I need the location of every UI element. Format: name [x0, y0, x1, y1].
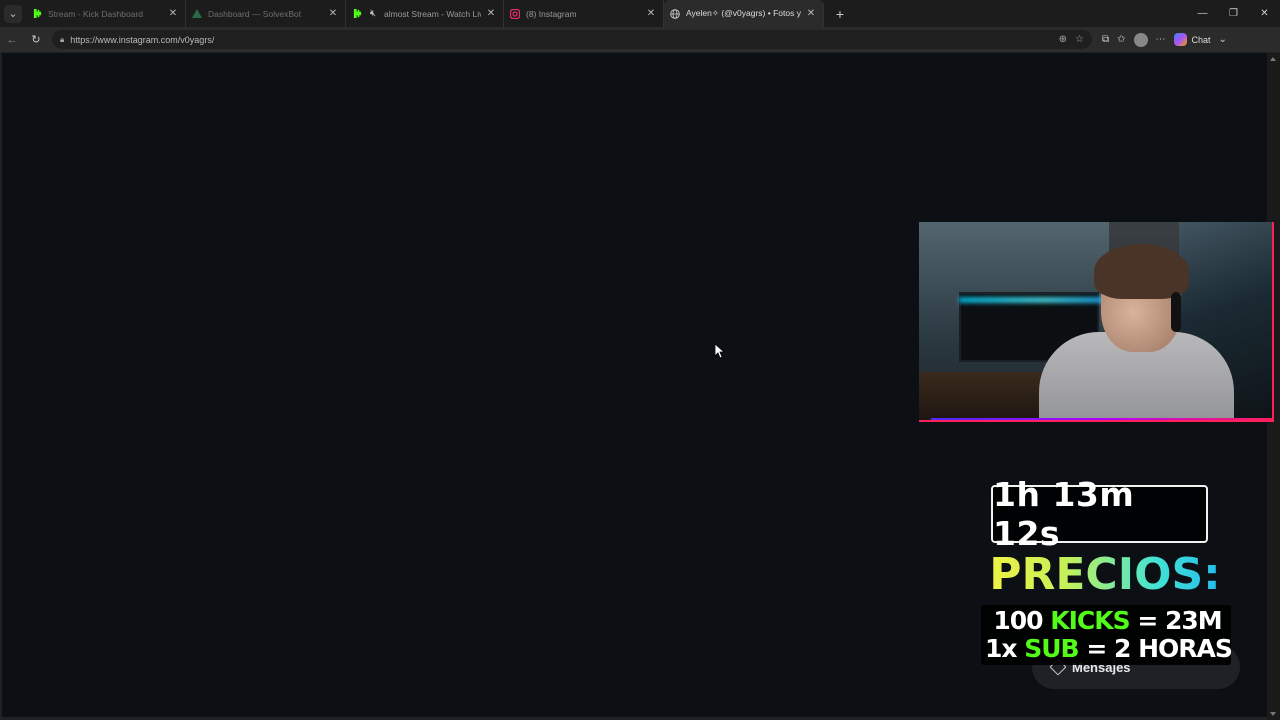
- window-controls: — ❐ ✕: [1187, 0, 1280, 27]
- price-line-kicks: 100 KICKS = 23M: [985, 606, 1230, 635]
- price-line-sub: 1x SUB = 2 HORAS: [985, 634, 1233, 663]
- timer-text: 1h 13m 12s: [993, 475, 1135, 553]
- tab-kick-dashboard[interactable]: Stream - Kick Dashboard ✕: [26, 0, 186, 27]
- close-icon[interactable]: ✕: [805, 8, 817, 19]
- chevron-down-icon[interactable]: ⌄: [4, 4, 22, 23]
- restore-icon[interactable]: ❐: [1218, 0, 1249, 27]
- price-value: = 23M: [1129, 606, 1222, 635]
- close-icon[interactable]: ✕: [645, 8, 657, 19]
- chat-label: Chat: [1191, 34, 1211, 45]
- back-arrow-icon[interactable]: ←: [0, 27, 24, 52]
- tab-solvexbot[interactable]: Dashboard — SolvexBot ✕: [186, 0, 346, 27]
- streamer-hair: [1094, 244, 1189, 299]
- scroll-down-icon[interactable]: [1270, 712, 1276, 716]
- favorites-icon[interactable]: ✩: [1117, 34, 1125, 45]
- minimize-icon[interactable]: —: [1187, 0, 1218, 27]
- close-icon[interactable]: ✕: [167, 8, 179, 19]
- price-value: = 2 HORAS: [1078, 634, 1233, 663]
- price-qty: 100: [993, 606, 1051, 635]
- tab-actions-menu[interactable]: ⌄: [0, 0, 26, 27]
- new-tab-button[interactable]: +: [828, 6, 852, 22]
- kick-icon: [32, 9, 42, 19]
- price-item: SUB: [1024, 634, 1079, 663]
- reload-icon[interactable]: ↻: [24, 27, 48, 52]
- precios-title: PRECIOS:: [980, 549, 1230, 600]
- solvex-icon: [192, 8, 202, 19]
- site-info-icon[interactable]: 🔒︎: [60, 35, 64, 45]
- tab-label: Dashboard — SolvexBot: [208, 8, 302, 19]
- close-window-icon[interactable]: ✕: [1249, 0, 1280, 27]
- price-item: KICKS: [1050, 606, 1130, 635]
- tab-label: Stream - Kick Dashboard: [48, 8, 143, 19]
- tab-label: almost Stream - Watch Live o: [384, 8, 481, 19]
- webcam-glow-border: [931, 418, 1272, 420]
- tab-label: (8) Instagram: [526, 8, 577, 19]
- address-url[interactable]: https://www.instagram.com/v0yagrs/: [70, 35, 1058, 45]
- tab-kick-stream[interactable]: 🔇︎ almost Stream - Watch Live o ✕: [346, 0, 504, 27]
- extensions-icon[interactable]: ⧉: [1102, 34, 1109, 45]
- kick-icon: [352, 9, 362, 19]
- favorite-star-icon[interactable]: ☆: [1075, 34, 1084, 45]
- muted-speaker-icon[interactable]: 🔇︎: [368, 8, 378, 19]
- zoom-icon[interactable]: ⊕: [1059, 34, 1067, 45]
- address-bar[interactable]: 🔒︎ https://www.instagram.com/v0yagrs/ ⊕ …: [52, 30, 1092, 49]
- tab-strip: ⌄ Stream - Kick Dashboard ✕ Dashboard — …: [0, 0, 1280, 27]
- tab-label: Ayelen✧ (@v0yagrs) • Fotos y v: [686, 8, 801, 18]
- browser-toolbar: ← ↻ 🔒︎ https://www.instagram.com/v0yagrs…: [0, 27, 1280, 52]
- mouse-cursor-icon: [714, 343, 726, 365]
- tab-ayelen-profile[interactable]: Ayelen✧ (@v0yagrs) • Fotos y v ✕: [664, 0, 824, 27]
- close-icon[interactable]: ✕: [327, 8, 339, 19]
- globe-icon: [670, 8, 680, 19]
- profile-avatar[interactable]: [1133, 32, 1148, 47]
- stream-timer: 1h 13m 12s: [991, 475, 1208, 553]
- price-qty: 1x: [985, 634, 1025, 663]
- tab-instagram[interactable]: (8) Instagram ✕: [504, 0, 664, 27]
- headset-icon: [1171, 292, 1181, 332]
- scroll-up-icon[interactable]: [1270, 57, 1276, 61]
- close-icon[interactable]: ✕: [485, 8, 497, 19]
- instagram-icon: [510, 8, 520, 19]
- chevron-down-icon[interactable]: ⌄: [1219, 34, 1227, 45]
- copilot-icon: [1173, 33, 1187, 46]
- copilot-chat-button[interactable]: Chat: [1173, 33, 1211, 46]
- webcam-overlay: [919, 222, 1274, 422]
- more-options-icon[interactable]: ⋯: [1156, 34, 1166, 45]
